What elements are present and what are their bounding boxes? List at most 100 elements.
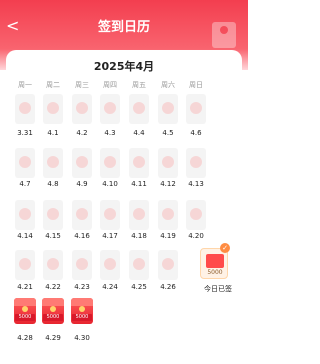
- coin-icon: [133, 102, 145, 114]
- coin-icon: [162, 102, 174, 114]
- day-label: 4.24: [102, 283, 118, 291]
- day-cell[interactable]: [72, 148, 92, 178]
- envelope-flap: [71, 298, 93, 306]
- coin-icon: [19, 102, 31, 114]
- coin-icon: [133, 156, 145, 168]
- weekday-label: 周三: [75, 81, 89, 89]
- coin-icon: [76, 102, 88, 114]
- day-label: 4.12: [160, 180, 176, 188]
- day-label: 4.4: [133, 129, 145, 137]
- day-cell[interactable]: [100, 94, 120, 124]
- day-label: 4.6: [190, 129, 202, 137]
- day-label: 4.23: [74, 283, 90, 291]
- coin-icon: [133, 258, 145, 270]
- weekday-label: 周六: [161, 81, 175, 89]
- day-cell[interactable]: [186, 200, 206, 230]
- day-label: 4.19: [160, 232, 176, 240]
- day-label: 4.5: [162, 129, 174, 137]
- weekday-label: 周二: [46, 81, 60, 89]
- coin-icon: [47, 102, 59, 114]
- day-label: 4.18: [131, 232, 147, 240]
- day-label: 4.21: [17, 283, 33, 291]
- coin-icon: [104, 208, 116, 220]
- day-cell[interactable]: [129, 94, 149, 124]
- day-cell[interactable]: [158, 250, 178, 280]
- day-label: 4.1: [47, 129, 59, 137]
- day-cell[interactable]: [15, 200, 35, 230]
- day-label: 4.8: [47, 180, 59, 188]
- day-label: 4.25: [131, 283, 147, 291]
- day-label: 4.26: [160, 283, 176, 291]
- day-cell[interactable]: [43, 148, 63, 178]
- coin-icon: [76, 208, 88, 220]
- day-label: 4.3: [104, 129, 116, 137]
- envelope-seal: [79, 306, 85, 312]
- envelope-flap: [42, 298, 64, 306]
- day-label: 4.2: [76, 129, 88, 137]
- day-label: 4.14: [17, 232, 33, 240]
- reward-amount: 5000: [43, 314, 63, 321]
- coin-icon: [47, 258, 59, 270]
- day-cell[interactable]: [43, 94, 63, 124]
- day-cell[interactable]: [186, 148, 206, 178]
- check-icon: ✓: [220, 243, 230, 253]
- day-label: 4.28: [17, 334, 33, 342]
- day-label: 4.22: [45, 283, 61, 291]
- red-envelope-icon: [206, 254, 224, 268]
- day-cell[interactable]: [72, 250, 92, 280]
- decorative-envelope-icon: [210, 16, 238, 50]
- red-envelope-icon[interactable]: 5000: [14, 298, 36, 324]
- coin-icon: [190, 208, 202, 220]
- day-cell[interactable]: [186, 94, 206, 124]
- red-envelope-icon[interactable]: 5000: [42, 298, 64, 324]
- day-cell[interactable]: [15, 148, 35, 178]
- day-label: 4.13: [188, 180, 204, 188]
- coin-icon: [104, 102, 116, 114]
- day-cell[interactable]: [158, 94, 178, 124]
- coin-icon: [190, 156, 202, 168]
- day-cell[interactable]: [129, 200, 149, 230]
- day-label: 4.20: [188, 232, 204, 240]
- day-label: 3.31: [17, 129, 33, 137]
- coin-icon: [162, 156, 174, 168]
- coin-icon: [162, 208, 174, 220]
- day-cell[interactable]: [72, 94, 92, 124]
- coin-icon: [47, 156, 59, 168]
- day-label: 4.11: [131, 180, 147, 188]
- day-cell[interactable]: [15, 94, 35, 124]
- day-cell[interactable]: [72, 200, 92, 230]
- today-label: 今日已签: [204, 285, 232, 293]
- envelope-flap: [14, 298, 36, 306]
- envelope-seal: [22, 306, 28, 312]
- day-cell[interactable]: [129, 148, 149, 178]
- coin-icon: [19, 258, 31, 270]
- coin-icon: [104, 156, 116, 168]
- weekday-label: 周日: [189, 81, 203, 89]
- month-title: 2025年4月: [93, 60, 155, 73]
- reward-amount: 5000: [15, 314, 35, 321]
- day-cell[interactable]: [100, 250, 120, 280]
- reward-amount: 5000: [72, 314, 92, 321]
- day-label: 4.9: [76, 180, 88, 188]
- day-cell[interactable]: [15, 250, 35, 280]
- day-label: 4.16: [74, 232, 90, 240]
- day-cell[interactable]: [158, 148, 178, 178]
- day-cell[interactable]: [129, 250, 149, 280]
- coin-icon: [133, 208, 145, 220]
- day-label: 4.30: [74, 334, 90, 342]
- coin-icon: [162, 258, 174, 270]
- red-envelope-icon[interactable]: 5000: [71, 298, 93, 324]
- day-cell[interactable]: [100, 200, 120, 230]
- day-cell[interactable]: [43, 250, 63, 280]
- day-cell[interactable]: [100, 148, 120, 178]
- envelope-seal: [50, 306, 56, 312]
- today-amount: 5000: [207, 269, 223, 276]
- weekday-label: 周一: [18, 81, 32, 89]
- day-cell[interactable]: [158, 200, 178, 230]
- coin-icon: [76, 156, 88, 168]
- day-label: 4.15: [45, 232, 61, 240]
- coin-icon: [76, 258, 88, 270]
- day-label: 4.17: [102, 232, 118, 240]
- day-label: 4.7: [19, 180, 31, 188]
- day-cell[interactable]: [43, 200, 63, 230]
